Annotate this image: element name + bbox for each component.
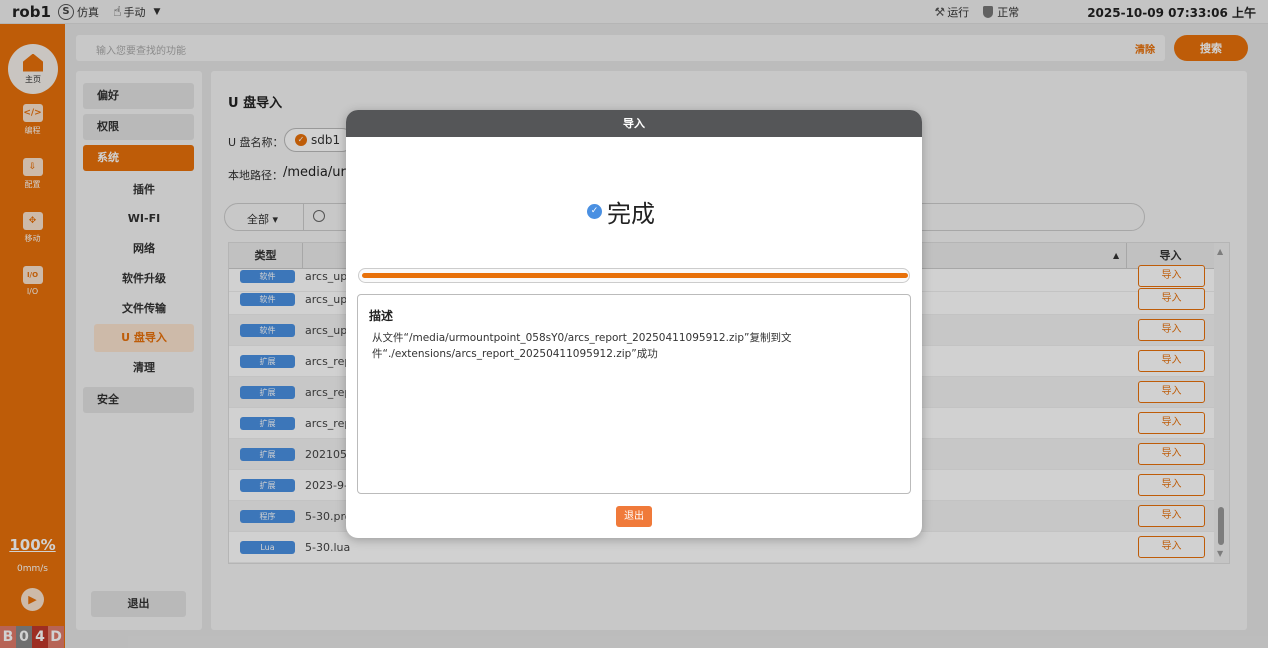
progress-fill [362,273,908,278]
completion-status: ✓ 完成 [587,194,655,229]
dialog-title: 导入 [346,110,922,137]
description-box: 描述 从文件“/media/urmountpoint_058sY0/arcs_r… [357,294,911,494]
status-text: 完成 [607,200,655,228]
description-title: 描述 [369,309,394,323]
description-text: 从文件“/media/urmountpoint_058sY0/arcs_repo… [372,332,792,360]
import-dialog: 导入 ✓ 完成 描述 从文件“/media/urmountpoint_058sY… [346,110,922,538]
progress-bar [358,268,910,283]
check-circle-icon: ✓ [587,204,602,219]
dialog-exit-button[interactable]: 退出 [616,506,652,527]
